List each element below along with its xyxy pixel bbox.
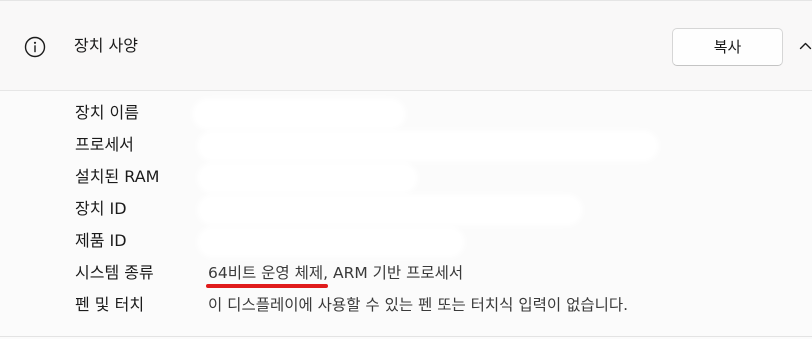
spec-label: 제품 ID [75,231,127,250]
device-specifications-card: 장치 사양 복사 장치 이름 프로세서 설치된 RAM 장치 ID 제품 ID … [0,0,812,339]
spec-row-device-id: 장치 ID [0,193,812,225]
spec-value[interactable]: 64비트 운영 체제, ARM 기반 프로세서 [208,263,463,283]
spec-label: 프로세서 [75,135,134,154]
highlight-underline [206,284,328,288]
redacted-value [200,229,462,255]
chevron-up-icon[interactable] [799,41,812,51]
redacted-value [200,165,415,191]
device-specifications-header[interactable]: 장치 사양 복사 [0,1,812,91]
spec-label: 펜 및 터치 [75,295,145,314]
spec-row-pen-and-touch: 펜 및 터치 이 디스플레이에 사용할 수 있는 펜 또는 터치식 입력이 없습… [0,289,812,321]
spec-row-installed-ram: 설치된 RAM [0,161,812,193]
spec-label: 장치 이름 [75,103,139,122]
spec-label: 장치 ID [75,199,127,218]
specifications-list: 장치 이름 프로세서 설치된 RAM 장치 ID 제품 ID 시스템 종류 64… [0,91,812,339]
section-divider [0,336,812,337]
spec-row-product-id: 제품 ID [0,225,812,257]
spec-row-device-name: 장치 이름 [0,97,812,129]
section-title: 장치 사양 [74,36,138,55]
spec-row-system-type: 시스템 종류 64비트 운영 체제, ARM 기반 프로세서 [0,257,812,289]
copy-button[interactable]: 복사 [672,28,783,66]
spec-label: 설치된 RAM [75,167,160,186]
info-icon [24,36,46,58]
redacted-value [200,197,580,223]
redacted-value [200,133,656,159]
spec-value[interactable]: 이 디스플레이에 사용할 수 있는 펜 또는 터치식 입력이 없습니다. [208,295,628,315]
spec-label: 시스템 종류 [75,263,154,282]
redacted-value [195,101,403,127]
spec-row-processor: 프로세서 [0,129,812,161]
